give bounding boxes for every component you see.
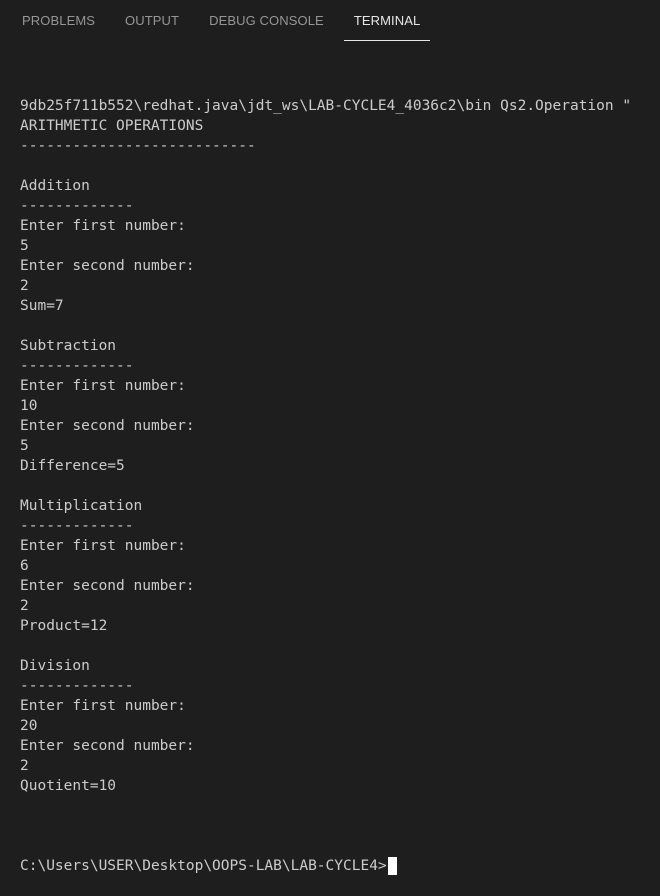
terminal-line: Enter first number:: [20, 378, 186, 394]
tab-output[interactable]: OUTPUT: [115, 0, 189, 41]
terminal-line: -------------: [20, 358, 134, 374]
terminal-line: 20: [20, 718, 38, 734]
terminal-line: 5: [20, 438, 29, 454]
terminal-line: Division: [20, 658, 90, 674]
terminal-line: Enter first number:: [20, 538, 186, 554]
terminal-line: 2: [20, 598, 29, 614]
terminal-line: 10: [20, 398, 38, 414]
terminal-line: 9db25f711b552\redhat.java\jdt_ws\LAB-CYC…: [20, 98, 632, 114]
terminal-line: -------------: [20, 198, 134, 214]
terminal-line: Multiplication: [20, 498, 143, 514]
terminal-line: Quotient=10: [20, 778, 117, 794]
terminal-line: Addition: [20, 178, 90, 194]
terminal-line: Enter second number:: [20, 578, 195, 594]
terminal-line: Enter first number:: [20, 698, 186, 714]
terminal-lines: 9db25f711b552\redhat.java\jdt_ws\LAB-CYC…: [20, 96, 656, 816]
terminal-line: -------------: [20, 518, 134, 534]
tab-problems[interactable]: PROBLEMS: [12, 0, 105, 41]
terminal-line: 2: [20, 758, 29, 774]
terminal-line: Enter first number:: [20, 218, 186, 234]
terminal-line: ARITHMETIC OPERATIONS: [20, 118, 204, 134]
terminal-line: Product=12: [20, 618, 108, 634]
terminal-line: Difference=5: [20, 458, 125, 474]
terminal-line: Enter second number:: [20, 258, 195, 274]
terminal-prompt: C:\Users\USER\Desktop\OOPS-LAB\LAB-CYCLE…: [20, 858, 387, 874]
panel-tab-bar: PROBLEMS OUTPUT DEBUG CONSOLE TERMINAL: [0, 0, 660, 41]
terminal-line: 6: [20, 558, 29, 574]
terminal-line: Enter second number:: [20, 738, 195, 754]
tab-terminal[interactable]: TERMINAL: [343, 0, 431, 41]
terminal-line: 5: [20, 238, 29, 254]
tab-debug-console[interactable]: DEBUG CONSOLE: [199, 0, 334, 41]
terminal-prompt-line[interactable]: C:\Users\USER\Desktop\OOPS-LAB\LAB-CYCLE…: [20, 856, 656, 876]
terminal-cursor: [387, 857, 397, 875]
terminal-line: Sum=7: [20, 298, 64, 314]
terminal-output[interactable]: 9db25f711b552\redhat.java\jdt_ws\LAB-CYC…: [20, 56, 656, 896]
terminal-line: Subtraction: [20, 338, 117, 354]
terminal-line: Enter second number:: [20, 418, 195, 434]
terminal-line: -------------: [20, 678, 134, 694]
terminal-line: ---------------------------: [20, 138, 256, 154]
terminal-line: 2: [20, 278, 29, 294]
